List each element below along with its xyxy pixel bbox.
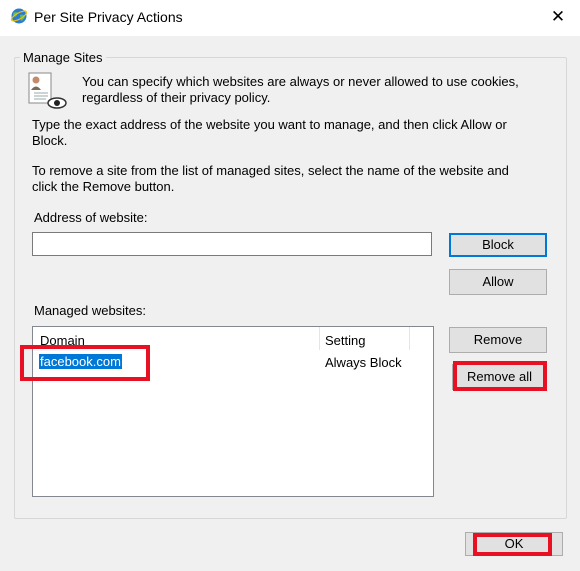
ok-button[interactable]: OK	[465, 532, 563, 556]
block-button[interactable]: Block	[449, 233, 547, 257]
column-header-domain[interactable]: Domain	[40, 333, 85, 348]
manage-sites-legend: Manage Sites	[20, 50, 106, 65]
dialog-body: Manage Sites You can specify which websi…	[0, 36, 580, 571]
remove-all-button[interactable]: Remove all	[452, 364, 547, 390]
window-title: Per Site Privacy Actions	[34, 9, 183, 25]
remove-instruction-text: To remove a site from the list of manage…	[32, 163, 509, 194]
address-label: Address of website:	[34, 210, 148, 225]
close-button[interactable]: ✕	[544, 4, 572, 30]
manage-instruction-text: Type the exact address of the website yo…	[32, 117, 507, 148]
privacy-document-eye-icon	[28, 72, 67, 109]
list-header: Domain Setting	[33, 327, 433, 350]
intro-text: You can specify which websites are alway…	[82, 74, 519, 105]
column-divider[interactable]	[409, 327, 410, 350]
remove-button[interactable]: Remove	[449, 327, 547, 353]
setting-cell: Always Block	[325, 355, 402, 370]
domain-cell[interactable]: facebook.com	[39, 354, 122, 369]
address-input[interactable]	[32, 232, 432, 256]
column-header-setting[interactable]: Setting	[325, 333, 365, 348]
title-bar: Per Site Privacy Actions ✕	[0, 0, 580, 36]
column-divider[interactable]	[319, 327, 320, 350]
ie-globe-icon	[10, 8, 28, 24]
managed-websites-label: Managed websites:	[34, 303, 147, 318]
managed-websites-list[interactable]: Domain Setting facebook.com Always Block	[32, 326, 434, 497]
allow-button[interactable]: Allow	[449, 269, 547, 295]
